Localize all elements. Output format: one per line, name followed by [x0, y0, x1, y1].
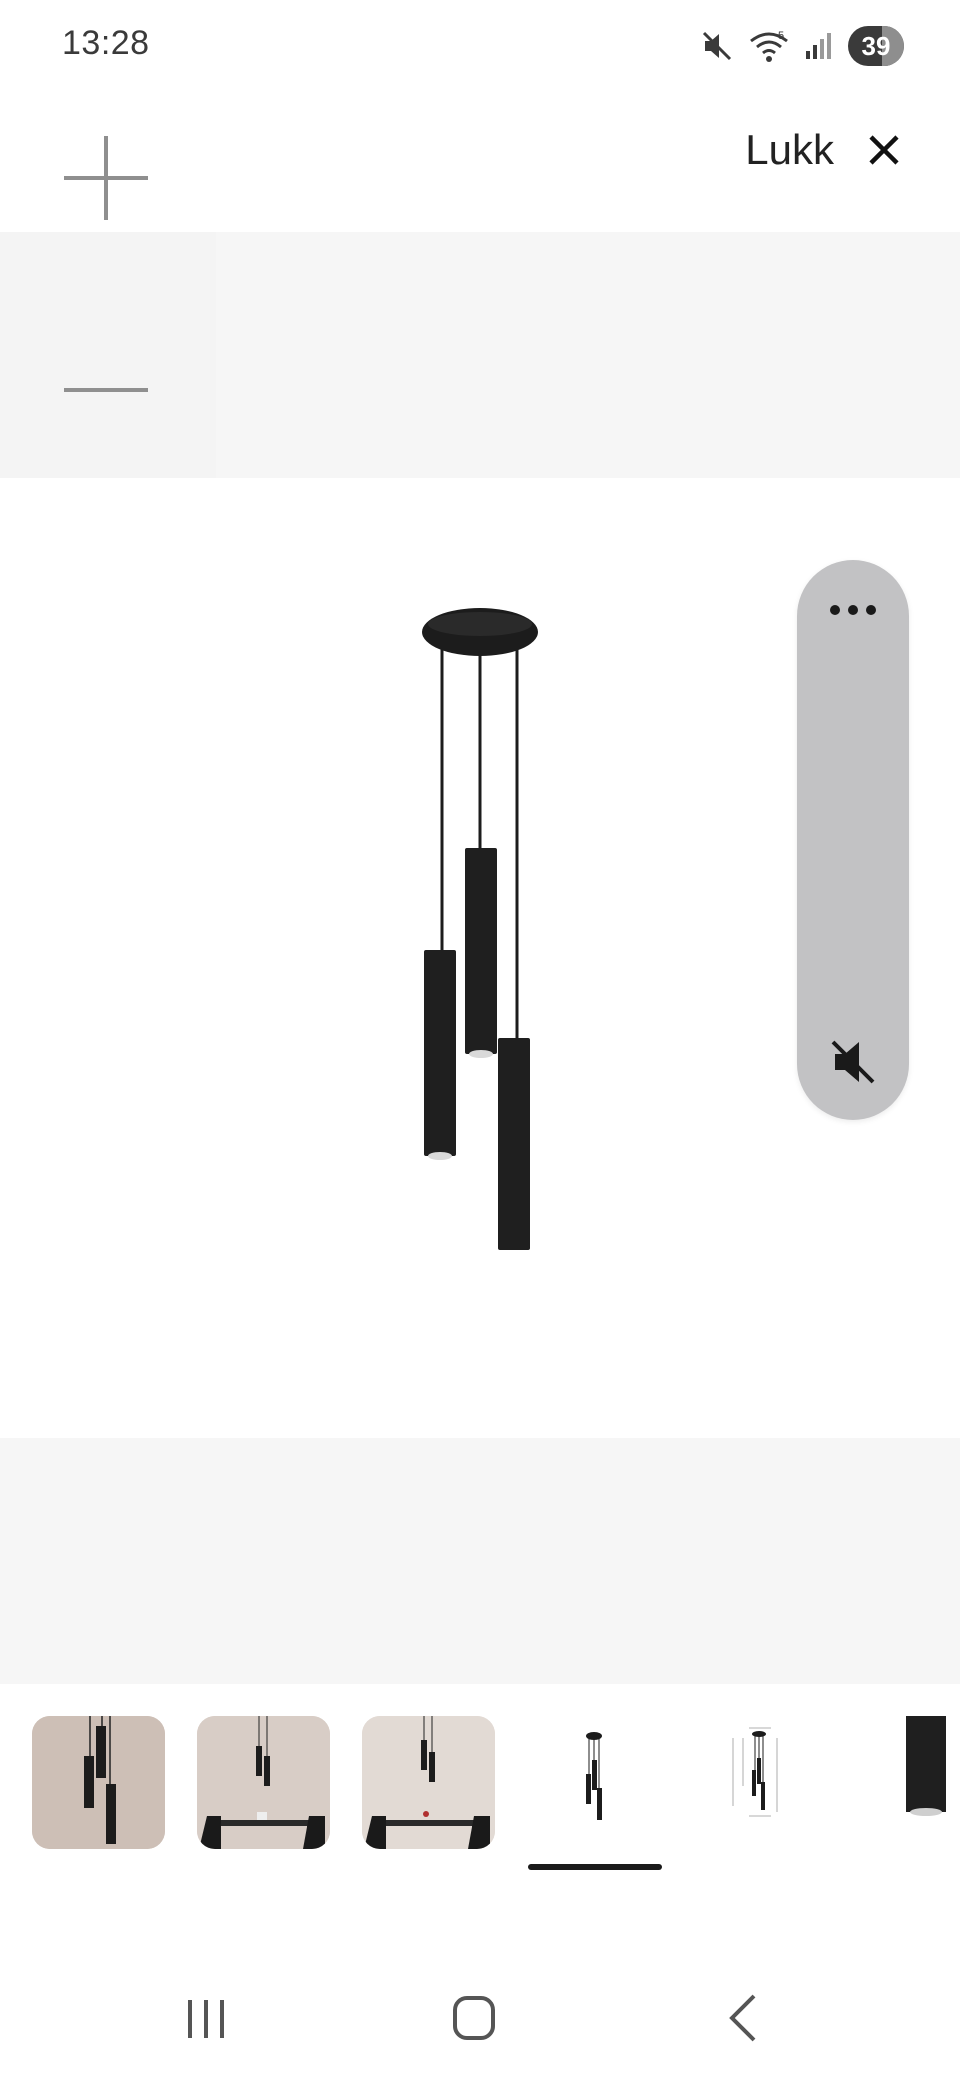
back-button[interactable]: [704, 1988, 784, 2048]
status-icons: 5 39: [700, 26, 904, 66]
zoom-out-button[interactable]: [62, 360, 150, 420]
close-button[interactable]: Lukk: [745, 120, 900, 180]
bottom-band: [0, 1438, 960, 1684]
thumbnail-strip: [0, 1700, 960, 1880]
top-band-left: [0, 232, 216, 478]
svg-text:5: 5: [778, 30, 784, 42]
close-label: Lukk: [745, 126, 834, 173]
mute-icon: [700, 29, 734, 63]
sound-off-icon[interactable]: [827, 1036, 879, 1088]
media-control-pill: [797, 560, 909, 1120]
home-button[interactable]: [434, 1988, 514, 2048]
thumbnail-3[interactable]: [362, 1716, 495, 1849]
recents-button[interactable]: [166, 1988, 246, 2048]
thumbnail-4-selected[interactable]: [528, 1716, 661, 1849]
system-nav-bar: [0, 1960, 960, 2080]
thumbnail-2[interactable]: [197, 1716, 330, 1849]
thumbnail-6[interactable]: [858, 1716, 960, 1849]
close-icon: [869, 135, 899, 165]
plus-icon: [64, 136, 148, 220]
pendant-lamp-illustration: [422, 608, 538, 1250]
recents-icon: [188, 2000, 224, 2038]
back-icon: [729, 1994, 756, 2042]
battery-icon: 39: [848, 26, 904, 66]
status-bar: 13:28 5 39: [0, 0, 960, 92]
image-viewer-screen: 13:28 5 39 Lukk: [0, 0, 960, 2080]
thumbnail-1[interactable]: [32, 1716, 165, 1849]
selected-thumbnail-indicator: [528, 1864, 662, 1870]
thumbnail-5[interactable]: [693, 1716, 826, 1849]
signal-icon: [804, 31, 834, 61]
home-icon: [453, 1996, 495, 2040]
status-time: 13:28: [62, 24, 150, 62]
minus-icon: [64, 388, 148, 392]
zoom-in-button[interactable]: [62, 134, 150, 222]
wifi-icon: 5: [748, 29, 790, 63]
battery-level: 39: [861, 30, 891, 61]
more-icon[interactable]: [827, 600, 879, 620]
